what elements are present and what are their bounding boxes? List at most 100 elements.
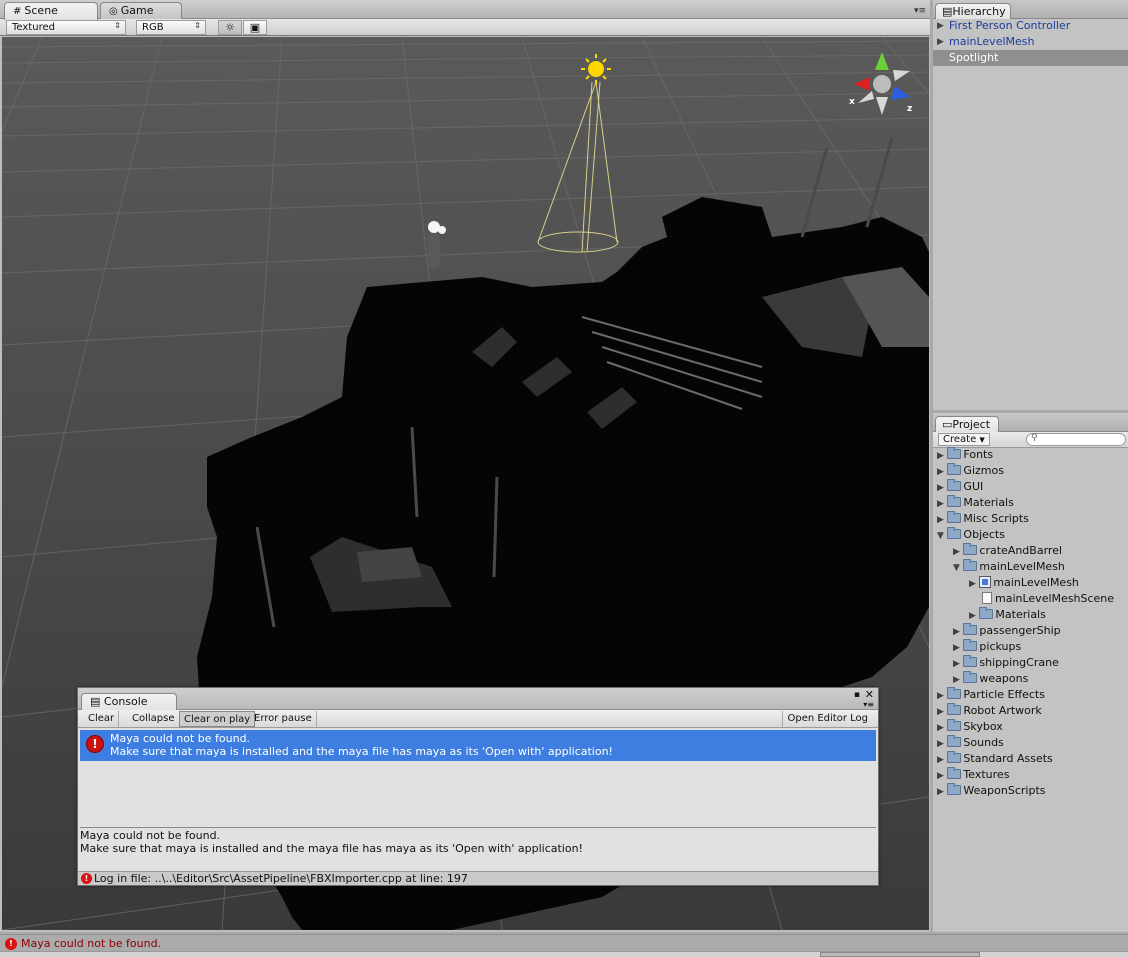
error-pause-button[interactable]: Error pause (250, 711, 317, 727)
panel-menu-icon[interactable]: ▾≡ (863, 700, 874, 709)
project-item-textures[interactable]: ▶ Textures (937, 767, 1009, 783)
collapse-arrow-icon[interactable]: ▼ (953, 563, 960, 573)
expand-arrow-icon[interactable]: ▶ (937, 515, 944, 525)
project-item-mainlevelmesh-model[interactable]: ▶ mainLevelMesh (969, 575, 1079, 591)
error-icon: ! (86, 735, 104, 753)
console-split-divider[interactable] (80, 827, 876, 828)
project-item-gizmos[interactable]: ▶ Gizmos (937, 463, 1004, 479)
expand-arrow-icon[interactable]: ▶ (937, 739, 944, 749)
expand-arrow-icon[interactable]: ▶ (937, 787, 944, 797)
project-item-passengership[interactable]: ▶ passengerShip (953, 623, 1061, 639)
expand-arrow-icon[interactable]: ▶ (937, 755, 944, 765)
project-item-pickups[interactable]: ▶ pickups (953, 639, 1021, 655)
folder-icon (947, 735, 962, 747)
chevron-down-icon: ▼ (979, 436, 985, 444)
project-item-sounds[interactable]: ▶ Sounds (937, 735, 1004, 751)
project-item-materials[interactable]: ▶ Materials (937, 495, 1014, 511)
project-search-input[interactable]: ⚲ (1026, 433, 1126, 446)
project-item-shippingcrane[interactable]: ▶ shippingCrane (953, 655, 1059, 671)
gizmo-z-label: z (907, 104, 913, 114)
project-item-weaponscripts[interactable]: ▶ WeaponScripts (937, 783, 1045, 799)
tab-console[interactable]: ▤ Console (81, 693, 177, 710)
project-toolbar: Create ▼ ⚲ (933, 432, 1128, 448)
tab-project[interactable]: ▭Project (935, 416, 999, 432)
project-item-mainlevelmeshscene[interactable]: mainLevelMeshScene (982, 591, 1114, 607)
detail-line-2: Make sure that maya is installed and the… (80, 842, 583, 855)
hierarchy-item-spotlight[interactable]: Spotlight (933, 50, 1128, 66)
project-item-crateandbarrel[interactable]: ▶ crateAndBarrel (953, 543, 1062, 559)
console-toolbar: Clear Collapse Clear on play Error pause… (78, 710, 878, 728)
expand-arrow-icon[interactable]: ▶ (937, 707, 944, 717)
project-item-gui[interactable]: ▶ GUI (937, 479, 983, 495)
expand-arrow-icon[interactable]: ▶ (937, 18, 944, 34)
folder-icon (947, 783, 962, 795)
project-item-materials-sub[interactable]: ▶ Materials (969, 607, 1046, 623)
expand-arrow-icon[interactable]: ▶ (937, 723, 944, 733)
scene-lighting-toggle[interactable]: ☼ (218, 20, 242, 35)
project-item-skybox[interactable]: ▶ Skybox (937, 719, 1003, 735)
expand-arrow-icon[interactable]: ▶ (969, 611, 976, 621)
mesh-icon (979, 576, 992, 588)
message-line-2: Make sure that maya is installed and the… (110, 745, 613, 758)
expand-arrow-icon[interactable]: ▶ (937, 467, 944, 477)
project-item-robot-artwork[interactable]: ▶ Robot Artwork (937, 703, 1042, 719)
folder-icon (947, 527, 962, 539)
status-message: Maya could not be found. (21, 937, 162, 950)
expand-arrow-icon[interactable]: ▶ (937, 771, 944, 781)
expand-arrow-icon[interactable]: ▶ (937, 691, 944, 701)
project-item-weapons[interactable]: ▶ weapons (953, 671, 1028, 687)
clear-on-play-button[interactable]: Clear on play (179, 711, 256, 727)
expand-arrow-icon[interactable]: ▶ (937, 483, 944, 493)
error-icon: ! (81, 873, 92, 884)
folder-icon: ▭ (942, 418, 953, 431)
folder-icon (963, 623, 978, 635)
project-item-objects[interactable]: ▼ Objects (937, 527, 1005, 543)
document-icon (982, 592, 992, 604)
folder-icon (947, 463, 962, 475)
status-bar[interactable]: ! Maya could not be found. (0, 934, 1128, 951)
collapse-button[interactable]: Collapse (128, 711, 180, 727)
expand-arrow-icon[interactable]: ▶ (953, 659, 960, 669)
expand-arrow-icon[interactable]: ▶ (953, 643, 960, 653)
expand-arrow-icon[interactable]: ▶ (969, 579, 976, 589)
hierarchy-item-mainlevelmesh[interactable]: ▶ mainLevelMesh (933, 34, 1128, 50)
folder-icon (947, 479, 962, 491)
console-message-row[interactable]: ! Maya could not be found. Make sure tha… (80, 730, 876, 761)
gamepad-icon: ◎ (109, 6, 118, 17)
project-panel: ▭Project Create ▼ ⚲ ▶ Fonts ▶ Gizmos ▶ G… (933, 413, 1128, 932)
clear-button[interactable]: Clear (84, 711, 120, 727)
panel-menu-icon[interactable]: ▾≡ (914, 6, 926, 16)
folder-icon (963, 655, 978, 667)
expand-arrow-icon[interactable]: ▶ (953, 627, 960, 637)
scene-overlay-toggle[interactable]: ▣ (243, 20, 267, 35)
expand-arrow-icon[interactable]: ▶ (953, 547, 960, 557)
tab-game[interactable]: ◎ Game (100, 2, 182, 19)
scene-toolbar: Textured ⇕ RGB ⇕ ☼ ▣ (0, 19, 930, 36)
hierarchy-item-first-person-controller[interactable]: ▶ First Person Controller (933, 18, 1128, 34)
collapse-arrow-icon[interactable]: ▼ (937, 531, 944, 541)
project-tabbar: ▭Project (933, 413, 1128, 432)
project-item-standard-assets[interactable]: ▶ Standard Assets (937, 751, 1053, 767)
project-item-fonts[interactable]: ▶ Fonts (937, 447, 993, 463)
tab-scene[interactable]: # Scene (4, 2, 98, 20)
create-dropdown[interactable]: Create ▼ (938, 433, 990, 446)
tab-hierarchy[interactable]: ▤Hierarchy (935, 3, 1011, 19)
project-item-particle-effects[interactable]: ▶ Particle Effects (937, 687, 1045, 703)
console-window: ▤ Console ▪ ✕ ▾≡ Clear Collapse Clear on… (77, 687, 879, 886)
maximize-icon[interactable]: ▪ (854, 690, 860, 700)
render-mode-dropdown[interactable]: Textured ⇕ (6, 20, 126, 35)
message-line-1: Maya could not be found. (110, 732, 251, 745)
expand-arrow-icon[interactable]: ▶ (937, 34, 944, 50)
folder-icon (947, 751, 962, 763)
project-item-misc-scripts[interactable]: ▶ Misc Scripts (937, 511, 1029, 527)
expand-arrow-icon[interactable]: ▶ (937, 499, 944, 509)
scrollbar-thumb[interactable] (820, 952, 980, 957)
picture-icon: ▣ (249, 21, 261, 34)
project-item-mainlevelmesh-folder[interactable]: ▼ mainLevelMesh (953, 559, 1065, 575)
expand-arrow-icon[interactable]: ▶ (953, 675, 960, 685)
open-editor-log-button[interactable]: Open Editor Log (782, 711, 872, 727)
color-mode-dropdown[interactable]: RGB ⇕ (136, 20, 206, 35)
list-icon: ▤ (942, 5, 953, 18)
folder-icon (947, 767, 962, 779)
expand-arrow-icon[interactable]: ▶ (937, 451, 944, 461)
